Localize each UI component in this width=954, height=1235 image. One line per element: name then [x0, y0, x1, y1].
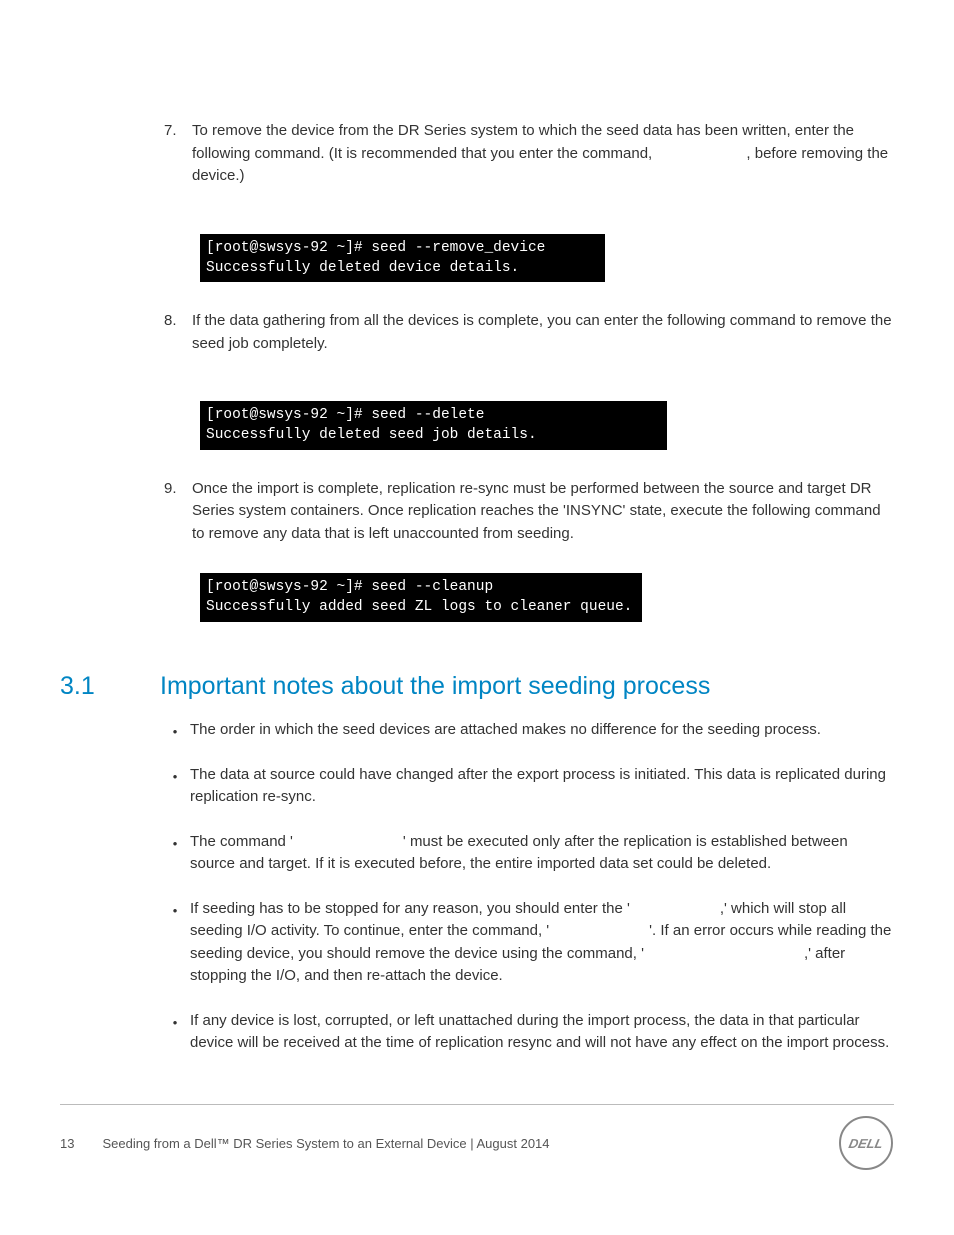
terminal-block-wrap: [root@swsys-92 ~]# seed --remove_device …: [200, 206, 894, 311]
terminal-output: [root@swsys-92 ~]# seed --delete Success…: [200, 401, 667, 450]
page-number: 13: [60, 1134, 74, 1154]
bullet-text-fragment: The command ': [190, 833, 293, 850]
bullet-icon: •: [160, 831, 190, 876]
bullet-text: If any device is lost, corrupted, or lef…: [190, 1010, 894, 1055]
bullet-list: • The order in which the seed devices ar…: [160, 719, 894, 1055]
list-item: • If seeding has to be stopped for any r…: [160, 898, 894, 988]
terminal-output: [root@swsys-92 ~]# seed --remove_device …: [200, 234, 605, 283]
bullet-icon: •: [160, 898, 190, 988]
bullet-icon: •: [160, 719, 190, 742]
list-item: • The order in which the seed devices ar…: [160, 719, 894, 742]
step-text: If the data gathering from all the devic…: [186, 310, 894, 355]
step-number: 8.: [156, 310, 186, 355]
footer-title: Seeding from a Dell™ DR Series System to…: [102, 1134, 549, 1154]
terminal-block-wrap: [root@swsys-92 ~]# seed --delete Success…: [200, 373, 894, 478]
list-item: • The data at source could have changed …: [160, 764, 894, 809]
step-number: 9.: [156, 478, 186, 546]
step-number: 7.: [156, 120, 186, 188]
list-item: • If any device is lost, corrupted, or l…: [160, 1010, 894, 1055]
terminal-block-wrap: [root@swsys-92 ~]# seed --cleanup Succes…: [200, 545, 894, 650]
section-heading: 3.1 Important notes about the import see…: [60, 668, 894, 706]
ordered-list: 7. To remove the device from the DR Seri…: [156, 120, 894, 188]
list-item: • The command '' must be executed only a…: [160, 831, 894, 876]
footer-divider: [60, 1104, 894, 1105]
terminal-output: [root@swsys-92 ~]# seed --cleanup Succes…: [200, 573, 642, 622]
bullet-icon: •: [160, 1010, 190, 1055]
ordered-list: 9. Once the import is complete, replicat…: [156, 478, 894, 546]
bullet-text: The command '' must be executed only aft…: [190, 831, 894, 876]
bullet-text: The data at source could have changed af…: [190, 764, 894, 809]
step-text: Once the import is complete, replication…: [186, 478, 894, 546]
page-footer: 13 Seeding from a Dell™ DR Series System…: [60, 1134, 550, 1154]
ordered-list: 8. If the data gathering from all the de…: [156, 310, 894, 355]
section-number: 3.1: [60, 668, 160, 706]
dell-logo-icon: DELL: [838, 1115, 894, 1171]
bullet-text-fragment: If seeding has to be stopped for any rea…: [190, 900, 630, 917]
section-title: Important notes about the import seeding…: [160, 668, 710, 706]
step-body: To remove the device from the DR Series …: [186, 120, 894, 188]
bullet-icon: •: [160, 764, 190, 809]
step-8: 8. If the data gathering from all the de…: [156, 310, 894, 355]
step-9: 9. Once the import is complete, replicat…: [156, 478, 894, 546]
bullet-text: The order in which the seed devices are …: [190, 719, 894, 742]
svg-text:DELL: DELL: [847, 1136, 884, 1151]
step-7: 7. To remove the device from the DR Seri…: [156, 120, 894, 188]
bullet-text: If seeding has to be stopped for any rea…: [190, 898, 894, 988]
